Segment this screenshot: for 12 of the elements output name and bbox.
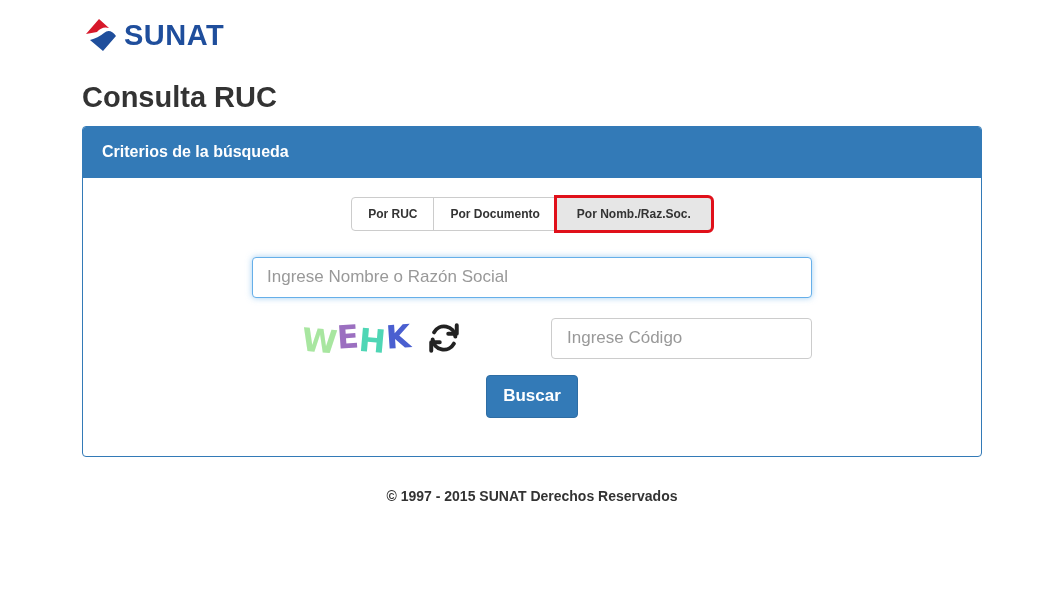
search-tab[interactable]: Por RUC [351, 196, 435, 231]
logo-text: SUNAT [124, 18, 225, 52]
search-tab[interactable]: Por Nomb./Raz.Soc. [555, 196, 712, 231]
panel-heading: Criterios de la búsqueda [83, 126, 981, 178]
footer-text: © 1997 - 2015 SUNAT Derechos Reservados [385, 487, 679, 504]
search-tab[interactable]: Por Documento [433, 196, 557, 231]
name-field[interactable]: Ingrese Nombre o Razón Social [252, 256, 812, 298]
search-button[interactable]: Buscar [486, 374, 578, 418]
code-field[interactable]: Ingrese Código [551, 317, 812, 359]
page-title: Consulta RUC [82, 82, 278, 114]
captcha-text: WEHK [302, 318, 411, 359]
refresh-icon[interactable] [426, 321, 461, 356]
